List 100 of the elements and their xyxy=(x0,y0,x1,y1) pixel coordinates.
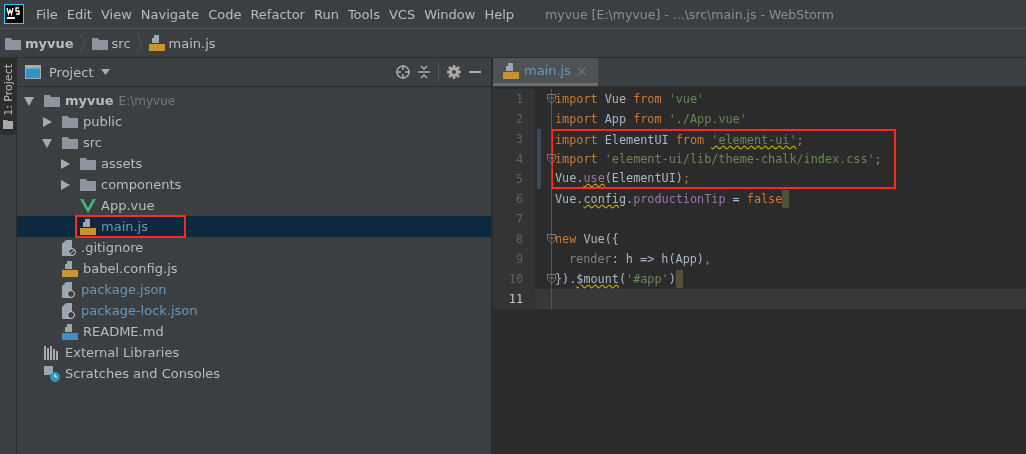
caret-marker xyxy=(675,270,683,288)
menu-item[interactable]: Navigate xyxy=(140,6,200,22)
code-token: ; xyxy=(682,171,690,185)
code-token: config xyxy=(583,192,627,206)
code-token: productionTip xyxy=(633,192,726,206)
code-token: 'element-ui/lib/theme-chalk/index.css' xyxy=(604,152,875,166)
menu-item[interactable]: Edit xyxy=(66,6,92,22)
code-token: (ElementUI) xyxy=(604,171,683,185)
tree-item[interactable]: README.md xyxy=(17,321,491,342)
code-token: App xyxy=(603,112,628,126)
file-name: .gitignore xyxy=(81,240,144,255)
line-number: 11 xyxy=(493,289,535,309)
js-file-icon xyxy=(62,260,78,277)
side-tab[interactable]: 1: Project xyxy=(0,58,16,135)
code-token: ( xyxy=(618,272,627,286)
project-view-icon xyxy=(25,65,41,79)
tree-item[interactable]: public xyxy=(17,111,491,132)
tree-item[interactable]: package.json xyxy=(17,279,491,300)
minimize-icon[interactable] xyxy=(469,70,481,74)
folder-icon xyxy=(80,157,96,170)
folder-icon xyxy=(91,36,108,50)
code-token: use xyxy=(583,171,605,185)
code-token: './App.vue' xyxy=(667,112,747,126)
code-token: , xyxy=(703,252,712,266)
expand-arrow-icon[interactable] xyxy=(24,95,34,106)
panel-title[interactable]: Project xyxy=(49,64,94,80)
menu-item[interactable]: View xyxy=(100,6,132,22)
menu-item[interactable]: VCS xyxy=(388,6,416,22)
code-token: ) xyxy=(668,272,676,286)
tree-item[interactable]: .gitignore xyxy=(17,237,491,258)
file-name: App.vue xyxy=(101,198,155,213)
collapse-all-icon[interactable] xyxy=(418,65,430,79)
expand-arrow-icon[interactable] xyxy=(60,158,70,169)
json-file-icon xyxy=(62,281,76,298)
folder-icon xyxy=(80,178,96,191)
expand-arrow-icon[interactable] xyxy=(60,179,70,190)
file-name: myvue xyxy=(65,93,114,108)
code-token: false xyxy=(746,192,783,206)
expand-arrow-icon[interactable] xyxy=(42,116,52,127)
scratch-clock-icon xyxy=(44,365,60,382)
code-token: ElementUI xyxy=(603,133,670,147)
chevron-icon xyxy=(136,34,143,52)
file-name: External Libraries xyxy=(65,345,180,360)
code-token: '#app' xyxy=(626,272,669,286)
fold-icon[interactable] xyxy=(547,94,556,104)
file-name: package.json xyxy=(81,282,167,297)
folder-icon xyxy=(3,119,13,129)
tree-item[interactable]: babel.config.js xyxy=(17,258,491,279)
code-token: from xyxy=(633,92,662,106)
code-token: import xyxy=(555,112,598,126)
dropdown-caret-icon[interactable] xyxy=(101,69,111,75)
folder-icon xyxy=(62,136,78,149)
js-file-icon xyxy=(148,35,165,51)
code-token: . xyxy=(626,192,634,206)
menu-item[interactable]: Run xyxy=(313,6,339,22)
tree-item[interactable]: package-lock.json xyxy=(17,300,491,321)
tree-item[interactable]: App.vue xyxy=(17,195,491,216)
js-file-icon xyxy=(503,62,519,79)
fold-icon[interactable] xyxy=(547,154,556,164)
md-file-icon xyxy=(62,323,78,340)
menu-item[interactable]: Code xyxy=(208,6,242,22)
json-file-icon xyxy=(62,302,76,319)
menu-item[interactable]: Help xyxy=(484,6,515,22)
folder-icon xyxy=(5,36,21,50)
breadcrumb[interactable]: src xyxy=(111,35,131,51)
code-token: ; xyxy=(796,133,804,147)
code-token: import xyxy=(555,92,598,106)
file-name: package-lock.json xyxy=(81,303,198,318)
tree-item[interactable]: main.js xyxy=(17,216,491,237)
tree-item[interactable]: components xyxy=(17,174,491,195)
code-token: ; xyxy=(874,152,882,166)
tree-item[interactable]: assets xyxy=(17,153,491,174)
path-hint: E:\myvue xyxy=(118,93,176,108)
file-name: src xyxy=(83,135,102,150)
code-token: Vue({ xyxy=(582,232,619,246)
breadcrumb[interactable]: main.js xyxy=(168,35,216,51)
file-name: components xyxy=(101,177,182,192)
code-token: import xyxy=(555,152,599,166)
settings-icon[interactable] xyxy=(447,65,461,79)
tree-item[interactable]: Scratches and Consoles xyxy=(17,363,491,384)
menu-item[interactable]: Refactor xyxy=(250,6,305,22)
expand-arrow-icon[interactable] xyxy=(42,137,52,148)
window-title: myvue [E:\myvue] - ...\src\main.js - WebStorm xyxy=(545,6,834,22)
menu-item[interactable]: Window xyxy=(424,6,476,22)
code-token: 'element-ui' xyxy=(711,133,797,147)
js-file-icon xyxy=(80,218,96,235)
code-token: from xyxy=(675,133,706,147)
tree-item[interactable]: myvue E:\myvue xyxy=(17,90,491,111)
breadcrumb[interactable]: myvue xyxy=(25,35,74,51)
tree-item[interactable]: External Libraries xyxy=(17,342,491,363)
fold-icon[interactable] xyxy=(547,274,556,284)
folder-icon xyxy=(62,115,78,128)
fold-icon[interactable] xyxy=(547,234,556,244)
tree-item[interactable]: src xyxy=(17,132,491,153)
caret-marker xyxy=(782,190,790,208)
locate-icon[interactable] xyxy=(396,65,410,79)
code-token: = xyxy=(731,192,741,206)
menu-item[interactable]: Tools xyxy=(347,6,380,22)
file-name: Scratches and Consoles xyxy=(65,366,221,381)
menu-item[interactable]: File xyxy=(36,6,58,22)
